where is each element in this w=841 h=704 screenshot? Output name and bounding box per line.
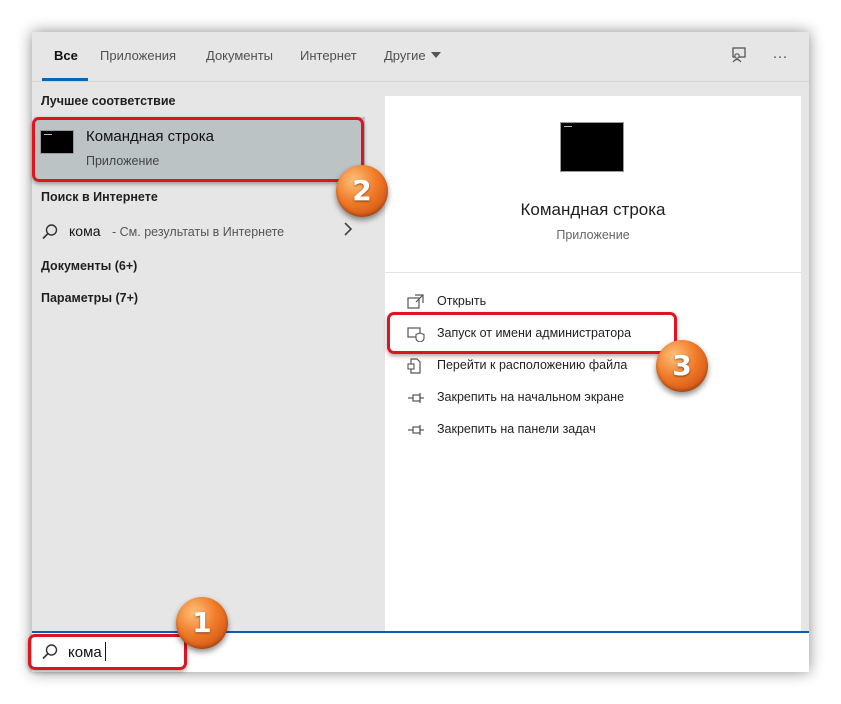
- category-settings[interactable]: Параметры (7+): [32, 288, 372, 312]
- best-match-header: Лучшее соответствие: [41, 94, 176, 108]
- web-search-result[interactable]: кома - См. результаты в Интернете: [32, 217, 372, 247]
- search-icon: [41, 223, 59, 246]
- tab-all[interactable]: Все: [54, 48, 78, 68]
- preview-app-title: Командная строка: [520, 200, 666, 219]
- divider: [385, 272, 801, 273]
- feedback-icon[interactable]: [728, 46, 750, 68]
- more-options-icon[interactable]: ···: [769, 46, 791, 68]
- category-settings-label: Параметры (7+): [41, 291, 139, 305]
- tab-internet[interactable]: Интернет: [300, 48, 357, 68]
- web-search-header: Поиск в Интернете: [41, 190, 158, 204]
- web-search-query: кома: [69, 223, 101, 239]
- highlight-run-as-admin: [387, 312, 677, 354]
- pin-icon: [407, 390, 425, 406]
- tab-other-label: Другие: [384, 48, 426, 63]
- action-open[interactable]: Открыть: [407, 290, 767, 314]
- category-documents[interactable]: Документы (6+): [32, 256, 372, 280]
- preview-pane: Командная строка Приложение Открыть Запу…: [385, 96, 801, 631]
- action-open-file-location[interactable]: Перейти к расположению файла: [407, 354, 767, 378]
- highlight-best-match: [32, 117, 364, 182]
- file-location-icon: [407, 358, 425, 374]
- step-badge-3: 3: [656, 340, 708, 392]
- action-open-label: Открыть: [437, 294, 487, 308]
- action-pin-to-start-label: Закрепить на начальном экране: [437, 390, 625, 404]
- action-pin-to-taskbar[interactable]: Закрепить на панели задач: [407, 418, 767, 442]
- filter-tabs: Все Приложения Документы Интернет Другие…: [32, 32, 809, 82]
- pin-icon: [407, 422, 425, 438]
- active-tab-indicator: [42, 78, 88, 81]
- tab-documents[interactable]: Документы: [206, 48, 273, 68]
- step-badge-1: 1: [176, 597, 228, 649]
- chevron-down-icon: [430, 52, 441, 58]
- tab-other[interactable]: Другие: [384, 48, 441, 68]
- open-icon: [407, 294, 425, 310]
- action-pin-to-taskbar-label: Закрепить на панели задач: [437, 422, 596, 436]
- category-documents-label: Документы (6+): [41, 259, 138, 273]
- tab-apps[interactable]: Приложения: [100, 48, 176, 68]
- chevron-right-icon[interactable]: [343, 222, 353, 241]
- preview-app-type: Приложение: [556, 228, 630, 242]
- web-search-hint: - См. результаты в Интернете: [112, 225, 285, 239]
- action-pin-to-start[interactable]: Закрепить на начальном экране: [407, 386, 767, 410]
- step-badge-2: 2: [336, 165, 388, 217]
- highlight-search-field: [28, 634, 187, 670]
- command-prompt-large-icon: [560, 122, 624, 172]
- action-open-file-location-label: Перейти к расположению файла: [437, 358, 628, 372]
